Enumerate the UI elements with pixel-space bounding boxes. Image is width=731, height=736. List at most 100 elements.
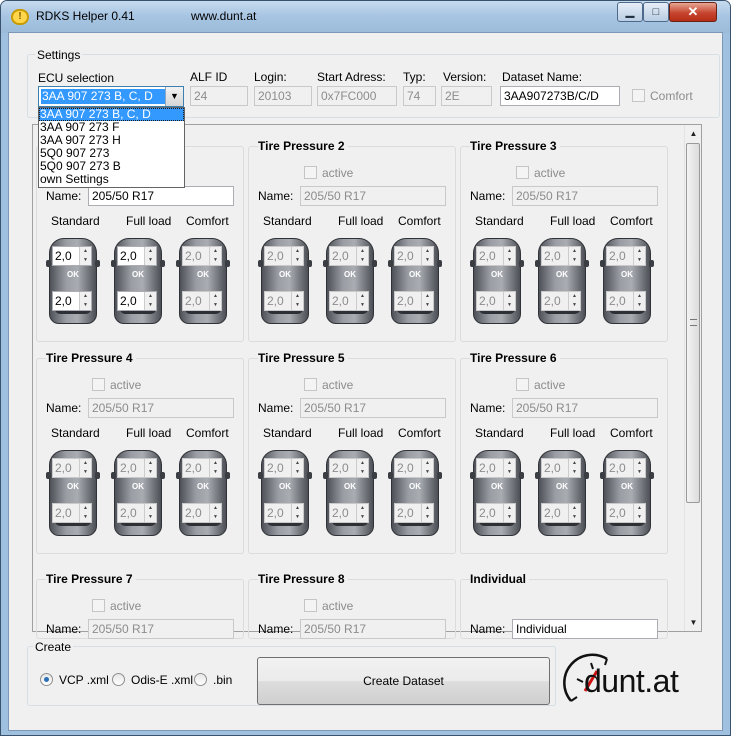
spin-arrows-icon[interactable]: ▲ ▼ [633,504,645,522]
rear-pressure-spinner[interactable]: 2,0 ▲ ▼ [394,503,434,523]
front-pressure-spinner[interactable]: 2,0 ▲ ▼ [264,246,304,266]
spin-arrows-icon[interactable]: ▲ ▼ [633,247,645,265]
spin-arrows-icon[interactable]: ▲ ▼ [144,504,156,522]
spin-arrows-icon[interactable]: ▲ ▼ [503,504,515,522]
front-pressure-spinner[interactable]: 2,0 ▲ ▼ [476,458,516,478]
spin-arrows-icon[interactable]: ▲ ▼ [421,292,433,310]
ecu-selection-combobox[interactable]: 3AA 907 273 B, C, D ▼ [38,86,184,107]
individual-name-field[interactable]: Individual [512,619,658,639]
rear-pressure-spinner[interactable]: 2,0 ▲ ▼ [541,291,581,311]
chevron-down-icon[interactable]: ▼ [165,87,183,106]
spin-arrows-icon[interactable]: ▲ ▼ [633,292,645,310]
spin-arrows-icon[interactable]: ▲ ▼ [79,504,91,522]
tire-name-field[interactable]: 205/50 R17 [300,186,446,206]
spin-arrows-icon[interactable]: ▲ ▼ [568,459,580,477]
spin-arrows-icon[interactable]: ▲ ▼ [291,247,303,265]
front-pressure-spinner[interactable]: 2,0 ▲ ▼ [182,246,222,266]
active-checkbox[interactable] [92,599,105,612]
front-pressure-spinner[interactable]: 2,0 ▲ ▼ [606,246,646,266]
version-field[interactable]: 2E [441,86,492,106]
front-pressure-spinner[interactable]: 2,0 ▲ ▼ [182,458,222,478]
login-field[interactable]: 20103 [254,86,312,106]
spin-arrows-icon[interactable]: ▲ ▼ [356,292,368,310]
rear-pressure-spinner[interactable]: 2,0 ▲ ▼ [264,291,304,311]
tire-name-field[interactable]: 205/50 R17 [300,619,446,639]
tire-name-field[interactable]: 205/50 R17 [88,186,234,206]
tire-name-field[interactable]: 205/50 R17 [300,398,446,418]
rear-pressure-spinner[interactable]: 2,0 ▲ ▼ [329,503,369,523]
spin-arrows-icon[interactable]: ▲ ▼ [209,459,221,477]
title-bar[interactable]: ! RDKS Helper 0.41 www.dunt.at ▁ □ ✕ [1,1,730,33]
front-pressure-spinner[interactable]: 2,0 ▲ ▼ [52,246,92,266]
rear-pressure-spinner[interactable]: 2,0 ▲ ▼ [117,291,157,311]
rear-pressure-spinner[interactable]: 2,0 ▲ ▼ [606,291,646,311]
front-pressure-spinner[interactable]: 2,0 ▲ ▼ [117,246,157,266]
vertical-scrollbar[interactable]: ▲ ▼ [684,125,701,631]
rear-pressure-spinner[interactable]: 2,0 ▲ ▼ [117,503,157,523]
rear-pressure-spinner[interactable]: 2,0 ▲ ▼ [182,291,222,311]
maximize-button[interactable]: □ [643,2,669,22]
comfort-checkbox[interactable] [632,89,645,102]
scroll-down-icon[interactable]: ▼ [685,614,702,631]
tire-name-field[interactable]: 205/50 R17 [88,398,234,418]
spin-arrows-icon[interactable]: ▲ ▼ [503,292,515,310]
spin-arrows-icon[interactable]: ▲ ▼ [291,504,303,522]
spin-arrows-icon[interactable]: ▲ ▼ [421,459,433,477]
front-pressure-spinner[interactable]: 2,0 ▲ ▼ [52,458,92,478]
spin-arrows-icon[interactable]: ▲ ▼ [568,504,580,522]
dropdown-item[interactable]: own Settings [39,173,184,186]
spin-arrows-icon[interactable]: ▲ ▼ [209,504,221,522]
rear-pressure-spinner[interactable]: 2,0 ▲ ▼ [476,503,516,523]
spin-arrows-icon[interactable]: ▲ ▼ [209,247,221,265]
tire-name-field[interactable]: 205/50 R17 [512,186,658,206]
active-checkbox[interactable] [304,599,317,612]
scroll-thumb[interactable] [686,143,700,503]
rear-pressure-spinner[interactable]: 2,0 ▲ ▼ [394,291,434,311]
spin-arrows-icon[interactable]: ▲ ▼ [291,292,303,310]
spin-arrows-icon[interactable]: ▲ ▼ [503,247,515,265]
rear-pressure-spinner[interactable]: 2,0 ▲ ▼ [476,291,516,311]
front-pressure-spinner[interactable]: 2,0 ▲ ▼ [329,458,369,478]
spin-arrows-icon[interactable]: ▲ ▼ [79,459,91,477]
rear-pressure-spinner[interactable]: 2,0 ▲ ▼ [329,291,369,311]
vcp-xml-radio[interactable] [40,673,53,686]
tire-name-field[interactable]: 205/50 R17 [512,398,658,418]
scroll-up-icon[interactable]: ▲ [685,125,702,142]
bin-radio[interactable] [194,673,207,686]
spin-arrows-icon[interactable]: ▲ ▼ [568,292,580,310]
rear-pressure-spinner[interactable]: 2,0 ▲ ▼ [541,503,581,523]
spin-arrows-icon[interactable]: ▲ ▼ [356,504,368,522]
front-pressure-spinner[interactable]: 2,0 ▲ ▼ [264,458,304,478]
front-pressure-spinner[interactable]: 2,0 ▲ ▼ [394,458,434,478]
spin-arrows-icon[interactable]: ▲ ▼ [291,459,303,477]
start-address-field[interactable]: 0x7FC000 [317,86,397,106]
spin-arrows-icon[interactable]: ▲ ▼ [144,247,156,265]
rear-pressure-spinner[interactable]: 2,0 ▲ ▼ [52,291,92,311]
spin-arrows-icon[interactable]: ▲ ▼ [144,292,156,310]
spin-arrows-icon[interactable]: ▲ ▼ [633,459,645,477]
alf-id-field[interactable]: 24 [190,86,248,106]
front-pressure-spinner[interactable]: 2,0 ▲ ▼ [606,458,646,478]
rear-pressure-spinner[interactable]: 2,0 ▲ ▼ [182,503,222,523]
odis-xml-radio[interactable] [112,673,125,686]
spin-arrows-icon[interactable]: ▲ ▼ [568,247,580,265]
minimize-button[interactable]: ▁ [617,2,643,22]
active-checkbox[interactable] [304,378,317,391]
spin-arrows-icon[interactable]: ▲ ▼ [79,292,91,310]
front-pressure-spinner[interactable]: 2,0 ▲ ▼ [394,246,434,266]
spin-arrows-icon[interactable]: ▲ ▼ [356,459,368,477]
spin-arrows-icon[interactable]: ▲ ▼ [503,459,515,477]
front-pressure-spinner[interactable]: 2,0 ▲ ▼ [117,458,157,478]
spin-arrows-icon[interactable]: ▲ ▼ [144,459,156,477]
ecu-selection-dropdown[interactable]: 3AA 907 273 B, C, D 3AA 907 273 F 3AA 90… [38,107,185,188]
active-checkbox[interactable] [92,378,105,391]
front-pressure-spinner[interactable]: 2,0 ▲ ▼ [541,246,581,266]
front-pressure-spinner[interactable]: 2,0 ▲ ▼ [476,246,516,266]
typ-field[interactable]: 74 [403,86,436,106]
spin-arrows-icon[interactable]: ▲ ▼ [356,247,368,265]
spin-arrows-icon[interactable]: ▲ ▼ [79,247,91,265]
front-pressure-spinner[interactable]: 2,0 ▲ ▼ [329,246,369,266]
spin-arrows-icon[interactable]: ▲ ▼ [209,292,221,310]
rear-pressure-spinner[interactable]: 2,0 ▲ ▼ [606,503,646,523]
active-checkbox[interactable] [516,166,529,179]
